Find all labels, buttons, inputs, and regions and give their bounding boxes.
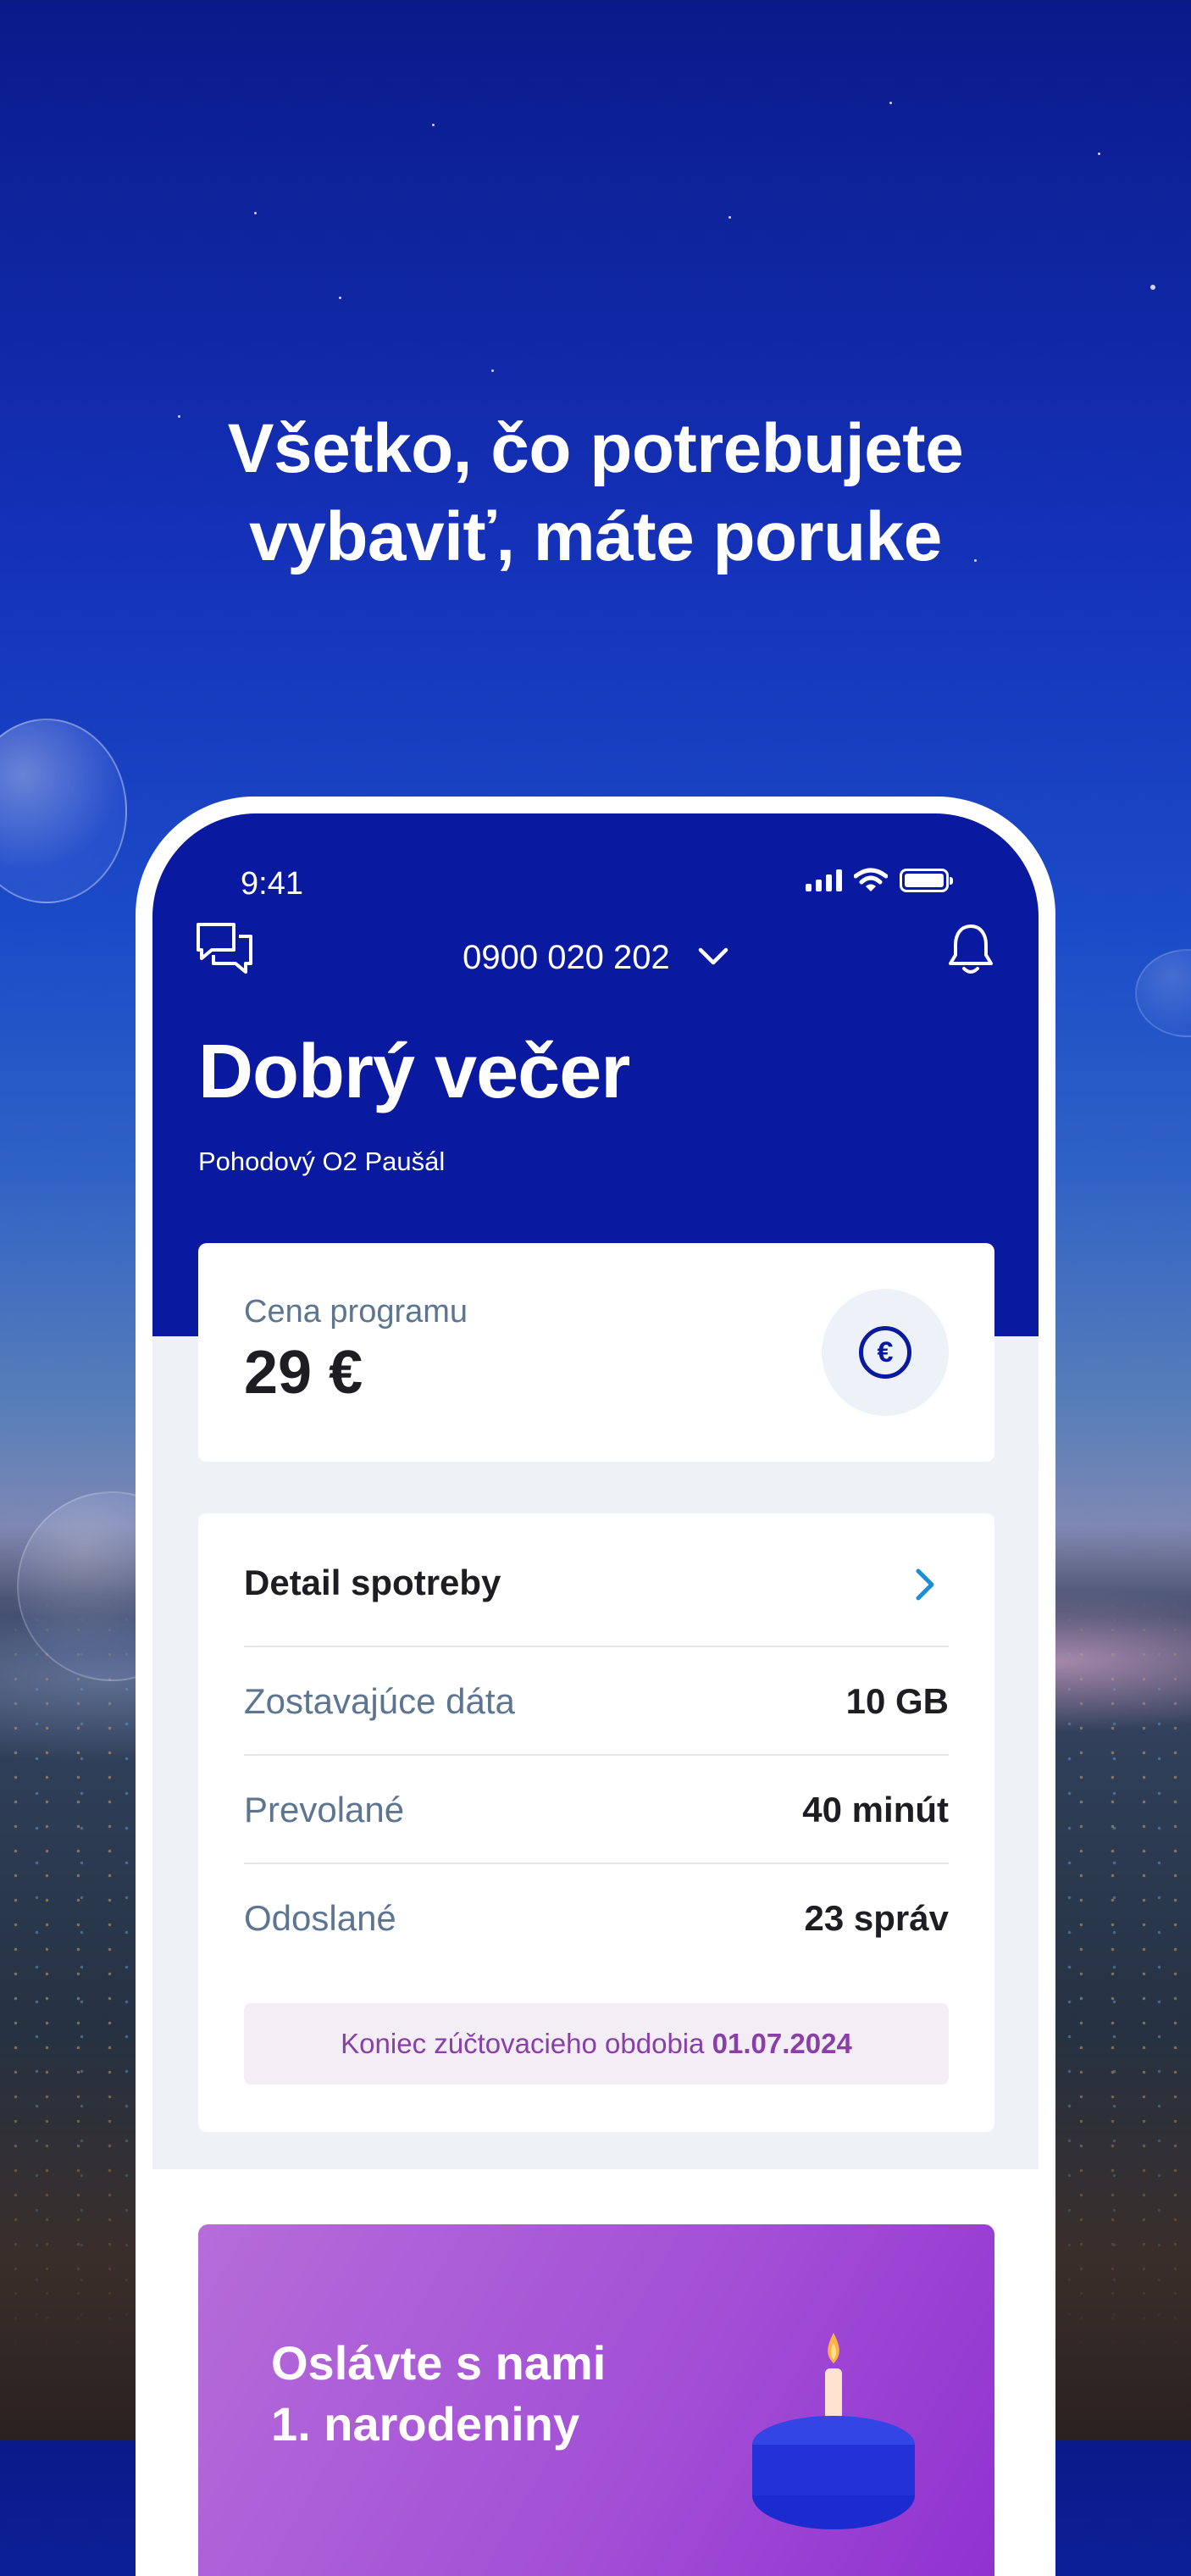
greeting-title: Dobrý večer	[198, 1030, 630, 1114]
status-icons	[806, 868, 953, 893]
usage-row-messages: Odoslané 23 správ	[244, 1863, 949, 1973]
usage-row-label: Odoslané	[244, 1898, 396, 1938]
promo-headline: Všetko, čo potrebujete vybaviť, máte por…	[0, 405, 1191, 581]
billing-date: 01.07.2024	[712, 2028, 852, 2059]
birthday-promo-card[interactable]: Oslávte s nami 1. narodeniny	[198, 2224, 994, 2576]
usage-row-calls: Prevolané 40 minút	[244, 1754, 949, 1864]
promo-line-2: 1. narodeniny	[271, 2397, 580, 2451]
usage-row-value: 40 minút	[802, 1790, 949, 1829]
signal-icon	[806, 869, 842, 891]
bubble-decoration	[0, 719, 127, 903]
status-time: 9:41	[241, 866, 303, 902]
usage-row-data: Zostavajúce dáta 10 GB	[244, 1646, 949, 1756]
phone-number-selector[interactable]: 0900 020 202	[152, 939, 1039, 977]
euro-icon: €	[822, 1289, 949, 1416]
chevron-down-icon	[698, 948, 728, 965]
price-card[interactable]: Cena programu 29 € €	[198, 1243, 994, 1462]
billing-label: Koniec zúčtovacieho obdobia	[341, 2028, 705, 2059]
bubble-decoration	[1135, 949, 1191, 1037]
bell-icon[interactable]	[945, 921, 996, 977]
usage-row-label: Prevolané	[244, 1790, 405, 1829]
usage-row-value: 10 GB	[845, 1681, 949, 1721]
birthday-candle-icon	[752, 2333, 915, 2529]
wifi-icon	[854, 868, 888, 891]
battery-icon	[900, 869, 953, 892]
promo-text: Oslávte s nami 1. narodeniny	[271, 2333, 606, 2455]
headline-line-2: vybaviť, máte poruke	[249, 498, 942, 575]
promo-line-1: Oslávte s nami	[271, 2336, 607, 2390]
phone-number: 0900 020 202	[463, 939, 670, 976]
phone-screen: 9:41 0900 020 202 Dobrý večer Pohodový O…	[152, 813, 1039, 2576]
usage-title[interactable]: Detail spotreby	[244, 1563, 501, 1603]
usage-row-label: Zostavajúce dáta	[244, 1681, 515, 1721]
price-value: 29 €	[244, 1339, 363, 1407]
headline-line-1: Všetko, čo potrebujete	[227, 410, 964, 487]
chevron-right-icon[interactable]	[915, 1568, 935, 1602]
usage-row-value: 23 správ	[804, 1898, 949, 1938]
billing-period-notice: Koniec zúčtovacieho obdobia 01.07.2024	[244, 2003, 949, 2085]
phone-frame: 9:41 0900 020 202 Dobrý večer Pohodový O…	[136, 797, 1055, 2576]
usage-card: Detail spotreby Zostavajúce dáta 10 GB P…	[198, 1513, 994, 2132]
price-label: Cena programu	[244, 1294, 468, 1330]
plan-name: Pohodový O2 Paušál	[198, 1146, 446, 1176]
